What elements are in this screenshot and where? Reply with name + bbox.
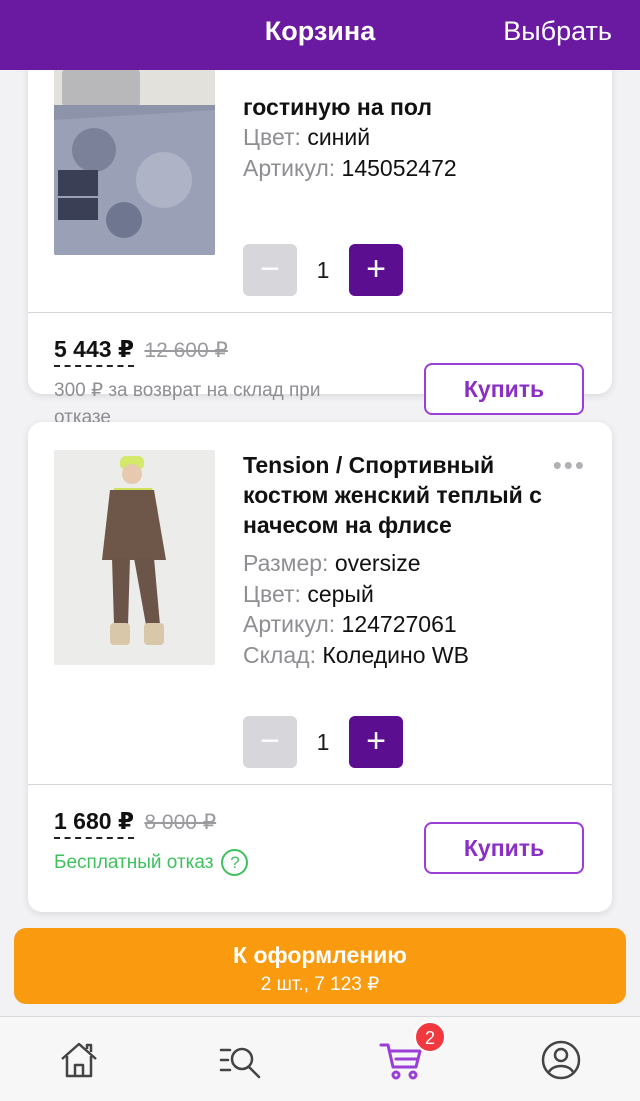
help-icon[interactable]: ? xyxy=(221,849,249,876)
current-price[interactable]: 1 680 ₽ xyxy=(54,808,134,839)
current-price[interactable]: 5 443 ₽ xyxy=(54,336,134,367)
attr-label: Артикул: xyxy=(243,154,336,181)
top-bar: Корзина Выбрать xyxy=(0,0,640,70)
product-color: Цвет: серый xyxy=(243,579,584,610)
more-options-icon[interactable]: ••• xyxy=(553,452,586,478)
product-image-tracksuit[interactable] xyxy=(54,450,215,665)
attr-value: 145052472 xyxy=(341,154,457,181)
old-price: 8 000 ₽ xyxy=(144,811,217,834)
product-color: Цвет: синий xyxy=(243,122,584,153)
attr-label: Склад: xyxy=(243,641,316,668)
profile-icon[interactable] xyxy=(538,1037,584,1083)
decrease-button[interactable]: − xyxy=(243,244,297,296)
increase-button[interactable]: + xyxy=(349,244,403,296)
divider xyxy=(28,312,612,313)
attr-label: Цвет: xyxy=(243,124,301,150)
quantity-value: 1 xyxy=(316,257,330,283)
free-refusal-label: Бесплатный отказ xyxy=(54,851,214,873)
decrease-button[interactable]: − xyxy=(243,716,297,768)
increase-button[interactable]: + xyxy=(349,716,403,768)
product-warehouse: Склад: Коледино WB xyxy=(243,640,584,671)
attr-value: синий xyxy=(307,124,371,150)
product-article: Артикул: 145052472 xyxy=(243,153,584,184)
product-name[interactable]: Tension / Спортивный костюм женский тепл… xyxy=(243,450,584,540)
buy-button[interactable]: Купить xyxy=(424,822,584,874)
checkout-button[interactable]: К оформлению 2 шт., 7 123 ₽ xyxy=(14,928,626,1004)
catalog-search-icon[interactable] xyxy=(217,1037,263,1083)
attr-value: 124727061 xyxy=(341,611,457,637)
old-price: 12 600 ₽ xyxy=(144,339,228,362)
bottom-tab-bar xyxy=(0,1016,640,1101)
cart-item-card: Tension / Спортивный костюм женский тепл… xyxy=(28,422,612,912)
cart-count-badge: 2 xyxy=(414,1021,446,1053)
attr-label: Цвет: xyxy=(243,580,301,607)
product-name[interactable]: гостиную на пол xyxy=(243,92,584,122)
price-block: 1 680 ₽ 8 000 ₽ Бесплатный отказ ? xyxy=(54,808,249,876)
quantity-value: 1 xyxy=(316,729,330,755)
attr-value: серый xyxy=(307,580,374,607)
product-article: Артикул: 124727061 xyxy=(243,609,584,640)
checkout-summary: 2 шт., 7 123 ₽ xyxy=(260,974,380,995)
divider xyxy=(28,784,612,785)
cart-item-card: гостиную на пол Цвет: синий Артикул: 145… xyxy=(28,70,612,428)
attr-value: oversize xyxy=(334,550,421,576)
cart-list[interactable]: гостиную на пол Цвет: синий Артикул: 145… xyxy=(0,70,640,1016)
attr-value: Коледино WB xyxy=(322,641,469,668)
price-block: 5 443 ₽ 12 600 ₽ 300 ₽ за возврат на скл… xyxy=(54,336,364,431)
home-icon[interactable] xyxy=(56,1037,102,1083)
checkout-title: К оформлению xyxy=(233,942,407,968)
buy-button[interactable]: Купить xyxy=(424,363,584,415)
attr-label: Артикул: xyxy=(243,611,336,637)
free-refusal-note: Бесплатный отказ ? xyxy=(54,849,249,876)
product-image-rug[interactable] xyxy=(54,70,215,255)
product-size: Размер: oversize xyxy=(243,548,584,579)
attr-label: Размер: xyxy=(243,550,329,576)
select-button[interactable]: Выбрать xyxy=(503,16,612,47)
